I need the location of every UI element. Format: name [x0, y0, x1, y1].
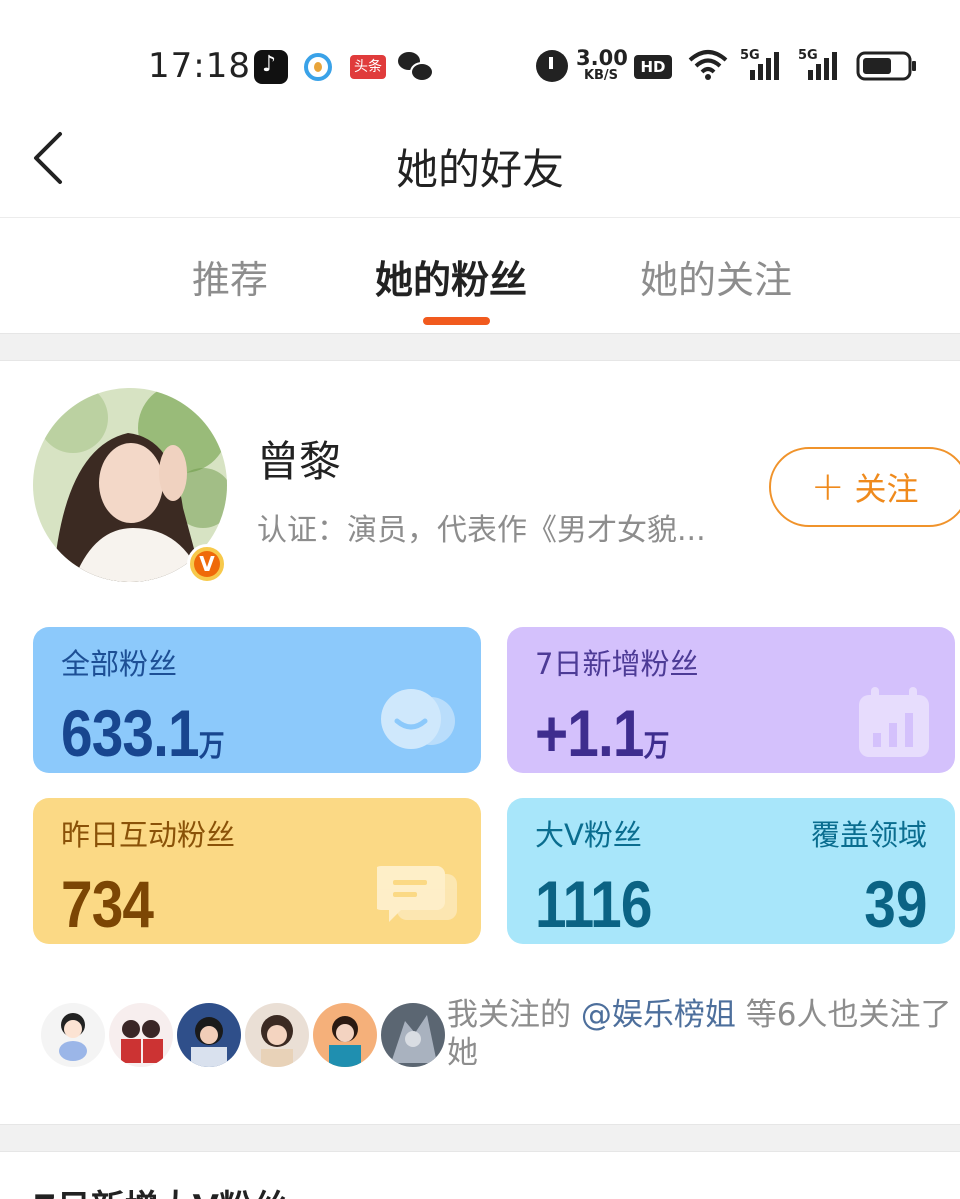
stat-number: +1.1 [535, 696, 644, 770]
tiktok-icon [254, 50, 288, 84]
section-divider [0, 333, 960, 361]
stat-unit: 万 [643, 730, 670, 763]
coverage-label: 覆盖领域 [810, 818, 927, 852]
net-speed: 3.00 KB/S [576, 46, 628, 83]
battery-icon [856, 50, 918, 82]
mutual-user-link[interactable]: @娱乐榜姐 [581, 997, 736, 1033]
stat-value: 734 [61, 867, 154, 941]
mutual-followers-avatars[interactable] [38, 1000, 448, 1070]
calendar-chart-icon [859, 687, 929, 757]
stat-unit: 万 [198, 730, 225, 763]
wechat-icon [398, 52, 434, 82]
tab-recommend[interactable]: 推荐 [192, 249, 268, 304]
alarm-icon [536, 50, 568, 82]
tab-her-fans[interactable]: 她的粉丝 [375, 249, 527, 304]
user-name[interactable]: 曾黎 [257, 428, 341, 489]
stat-value: 1116 [535, 867, 652, 941]
mutual-followers-text: 我关注的 @娱乐榜姐 等6人也关注了她 [447, 996, 957, 1072]
stat-label: 7日新增粉丝 [535, 647, 699, 681]
verified-badge-icon: V [187, 544, 227, 584]
status-bar: 17:18 头条 3.00 KB/S HD 5G 5G [0, 0, 960, 110]
follow-button-label: 关注 [854, 470, 919, 508]
verification-text: 认证：演员，代表作《男才女貌... [257, 513, 706, 548]
net-speed-value: 3.00 [576, 46, 628, 70]
stat-label: 全部粉丝 [61, 647, 178, 681]
stat-card-active-fans[interactable]: 昨日互动粉丝 734 [33, 798, 481, 944]
stat-number: 633.1 [61, 696, 200, 770]
avatar [174, 1000, 244, 1070]
stat-value: 633.1万 [61, 695, 225, 771]
people-icon [381, 689, 455, 749]
avatar [378, 1000, 448, 1070]
stat-label: 大V粉丝 [535, 818, 642, 852]
stat-card-new-fans[interactable]: 7日新增粉丝 +1.1万 [507, 627, 955, 773]
avatar [106, 1000, 176, 1070]
mutual-prefix: 我关注的 [447, 997, 571, 1033]
section-divider [0, 1124, 960, 1152]
tab-bar: 推荐 她的粉丝 她的关注 [0, 219, 960, 333]
coverage-value: 39 [863, 867, 927, 941]
qq-browser-icon [304, 53, 332, 81]
page-title: 她的好友 [395, 145, 564, 194]
signal-label: 5G [740, 48, 760, 63]
stat-label: 昨日互动粉丝 [61, 818, 236, 852]
stat-card-total-fans[interactable]: 全部粉丝 633.1万 [33, 627, 481, 773]
avatar [38, 1000, 108, 1070]
plus-icon: + [811, 464, 845, 510]
nav-header: 她的好友 [0, 110, 960, 218]
signal-label: 5G [798, 48, 818, 63]
hd-icon: HD [634, 55, 672, 79]
stat-card-big-v-fans[interactable]: 大V粉丝 1116 覆盖领域 39 [507, 798, 955, 944]
status-time: 17:18 [148, 46, 251, 86]
chat-bubble-icon [377, 866, 457, 922]
toutiao-icon: 头条 [350, 55, 386, 79]
signal-5g-icon: 5G [798, 48, 842, 82]
verified-badge-label: V [199, 552, 215, 576]
signal-5g-icon: 5G [740, 48, 784, 82]
stat-value: +1.1万 [535, 695, 669, 771]
wifi-icon [688, 48, 728, 82]
net-speed-unit: KB/S [583, 68, 619, 83]
follow-button[interactable]: + 关注 [769, 447, 960, 527]
avatar [310, 1000, 380, 1070]
section-title: 7日新增大V粉丝 [33, 1180, 287, 1199]
profile-avatar[interactable]: V [33, 388, 227, 584]
active-tab-indicator [423, 317, 490, 325]
tab-her-following[interactable]: 她的关注 [640, 249, 792, 304]
avatar [242, 1000, 312, 1070]
